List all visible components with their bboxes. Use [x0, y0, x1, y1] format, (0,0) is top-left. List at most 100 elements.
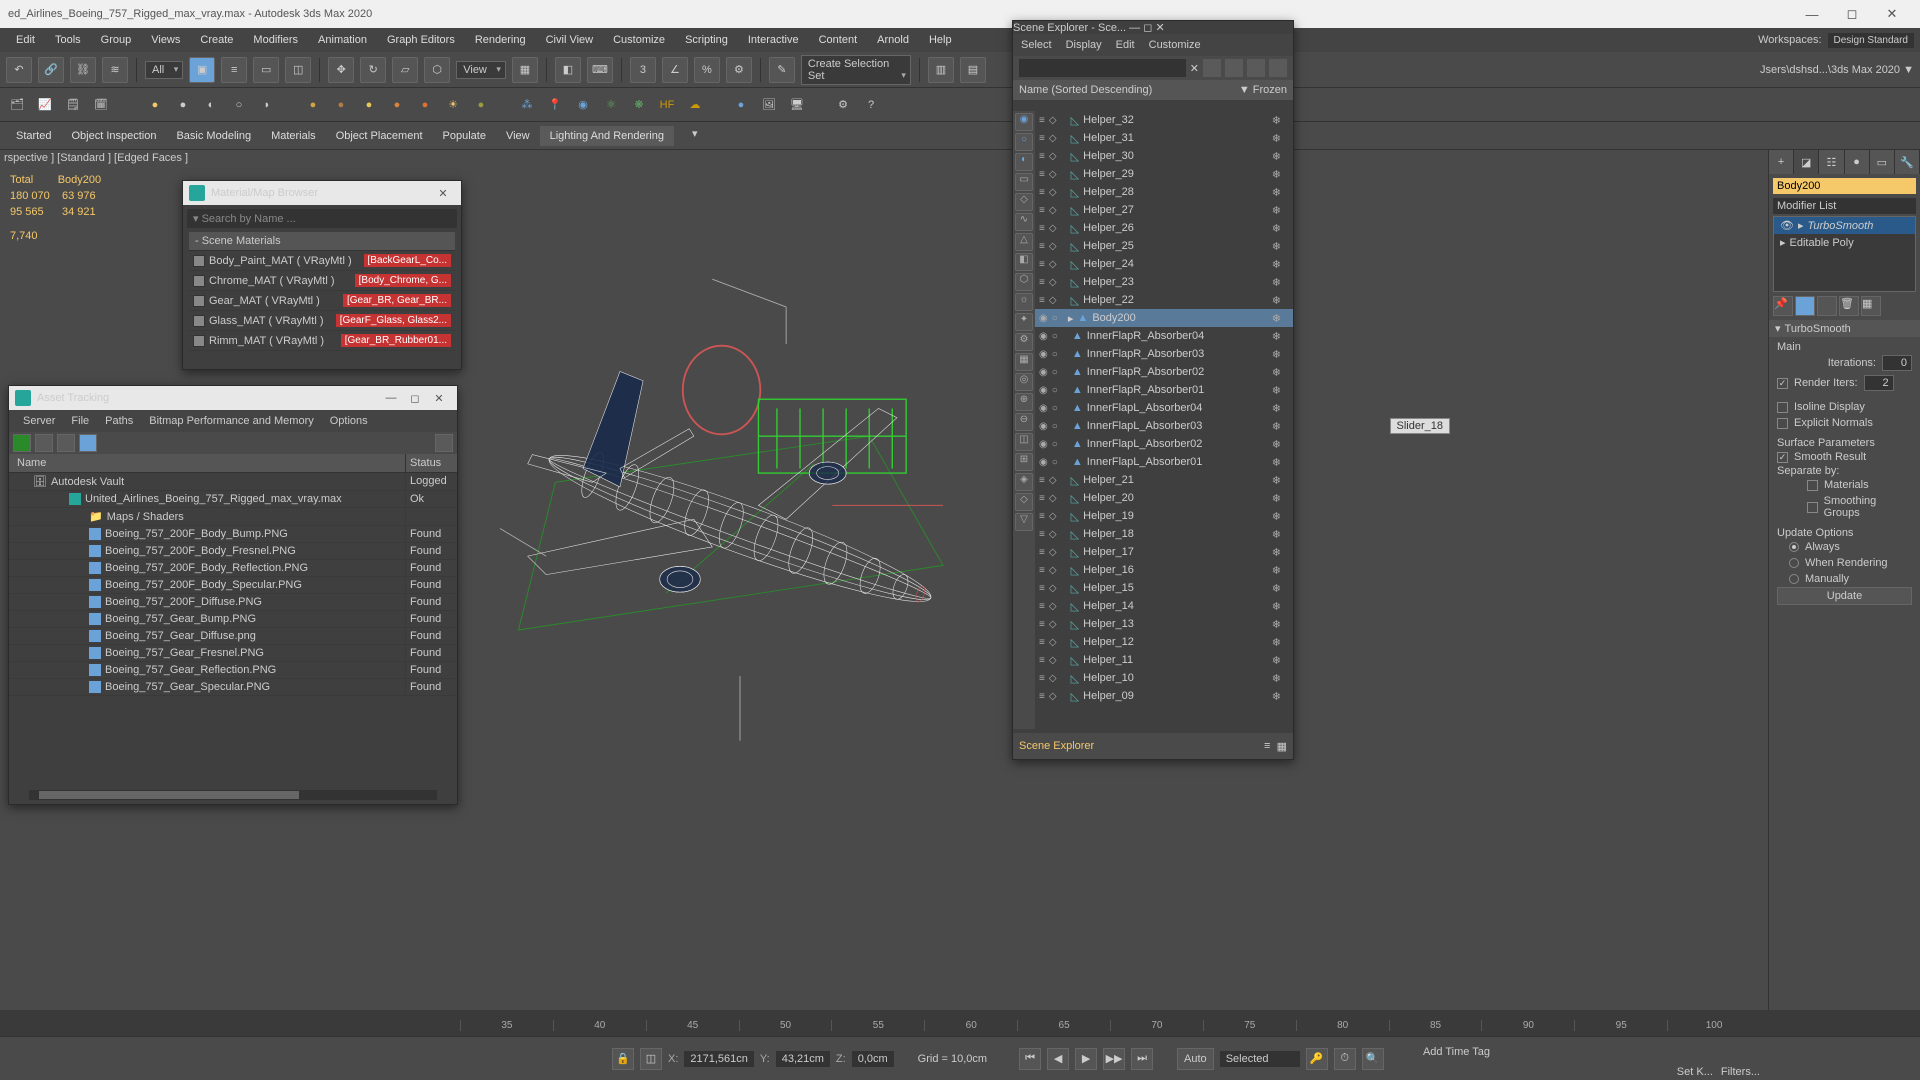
se-view1-icon[interactable]	[1225, 59, 1243, 77]
goto-end-icon[interactable]: ⏭	[1131, 1048, 1153, 1070]
scene-materials-group[interactable]: - Scene Materials	[189, 232, 455, 251]
move-icon[interactable]: ✥	[328, 57, 354, 83]
asset-row[interactable]: 🗄Autodesk VaultLogged	[9, 473, 457, 491]
material-item[interactable]: Rimm_MAT ( VRayMtl )[Gear_BR_Rubber01...	[189, 331, 455, 351]
update-rendering-radio[interactable]	[1789, 558, 1799, 568]
drag-icon[interactable]: ☁	[684, 94, 706, 116]
scene-row[interactable]: ◉○ ▲InnerFlapL_Absorber01❄	[1035, 453, 1293, 471]
scene-row[interactable]: ≡◇ ◺Helper_09❄	[1035, 687, 1293, 705]
menu-content[interactable]: Content	[809, 31, 868, 49]
particles-icon[interactable]: ⁂	[516, 94, 538, 116]
panel-maximize-icon[interactable]: ◻	[1143, 22, 1152, 34]
render-region-icon[interactable]: 🖥	[786, 94, 808, 116]
render-iters-spinner[interactable]: 2	[1864, 375, 1894, 391]
tab-object-inspection[interactable]: Object Inspection	[61, 126, 166, 146]
stack-turbosmooth[interactable]: 👁▸TurboSmooth	[1774, 217, 1915, 234]
timeline-tick[interactable]: 40	[553, 1020, 646, 1031]
se-filter-icon[interactable]: ◇	[1015, 193, 1033, 211]
close-icon[interactable]: ✕	[1872, 6, 1912, 22]
tab-display-icon[interactable]: ▭	[1870, 150, 1895, 174]
manipulate-icon[interactable]: ◧	[555, 57, 581, 83]
scene-row[interactable]: ≡◇ ◺Helper_22❄	[1035, 291, 1293, 309]
scene-row[interactable]: ≡◇ ◺Helper_25❄	[1035, 237, 1293, 255]
menu-tools[interactable]: Tools	[45, 31, 91, 49]
sphere-orange2-icon[interactable]: ●	[414, 94, 436, 116]
scene-row[interactable]: ≡◇ ◺Helper_30❄	[1035, 147, 1293, 165]
isolate-icon[interactable]: ◫	[640, 1048, 662, 1070]
asset-row[interactable]: Boeing_757_Gear_Reflection.PNGFound	[9, 662, 457, 679]
update-manually-radio[interactable]	[1789, 574, 1799, 584]
play-icon[interactable]: ▶	[1075, 1048, 1097, 1070]
scene-row[interactable]: ◉○ ▲InnerFlapL_Absorber03❄	[1035, 417, 1293, 435]
tab-object-placement[interactable]: Object Placement	[326, 126, 433, 146]
rotate-icon[interactable]: ↻	[360, 57, 386, 83]
scene-row[interactable]: ◉○ ▲InnerFlapL_Absorber02❄	[1035, 435, 1293, 453]
asset-row[interactable]: Boeing_757_Gear_Fresnel.PNGFound	[9, 645, 457, 662]
at-menu-bitmap[interactable]: Bitmap Performance and Memory	[141, 413, 321, 429]
tab-populate[interactable]: Populate	[433, 126, 496, 146]
tab-started[interactable]: Started	[6, 126, 61, 146]
panel-minimize-icon[interactable]: —	[379, 392, 403, 404]
timeline-tick[interactable]: 35	[460, 1020, 553, 1031]
zoom-extents-icon[interactable]: 🔍	[1362, 1048, 1384, 1070]
scene-row[interactable]: ≡◇ ◺Helper_28❄	[1035, 183, 1293, 201]
keyboard-icon[interactable]: ⌨	[587, 57, 613, 83]
snap-toggle-icon[interactable]: 3	[630, 57, 656, 83]
redo-icon[interactable]: 🔗	[38, 57, 64, 83]
scene-row[interactable]: ≡◇ ◺Helper_13❄	[1035, 615, 1293, 633]
select-object-icon[interactable]: ▣	[189, 57, 215, 83]
scene-row[interactable]: ≡◇ ◺Helper_23❄	[1035, 273, 1293, 291]
panel-close-icon[interactable]: ✕	[1155, 22, 1164, 34]
se-filter-icon[interactable]: ⚙	[1015, 333, 1033, 351]
asset-row[interactable]: United_Airlines_Boeing_757_Rigged_max_vr…	[9, 491, 457, 508]
ribbon-toggle-icon[interactable]: ▾	[692, 127, 712, 145]
timeline-tick[interactable]: 100	[1667, 1020, 1760, 1031]
pin-stack-icon[interactable]: 📌	[1773, 296, 1793, 316]
render-iters-checkbox[interactable]: ✓	[1777, 378, 1788, 389]
menu-rendering[interactable]: Rendering	[465, 31, 536, 49]
iterations-spinner[interactable]: 0	[1882, 355, 1912, 371]
se-filter-icon[interactable]: △	[1015, 233, 1033, 251]
scene-row[interactable]: ≡◇ ◺Helper_12❄	[1035, 633, 1293, 651]
se-filter-icon[interactable]: ◇	[1015, 493, 1033, 511]
settings-icon[interactable]: ⚙	[832, 94, 854, 116]
tab-view[interactable]: View	[496, 126, 540, 146]
vortex-icon[interactable]: ◉	[572, 94, 594, 116]
asset-row[interactable]: Boeing_757_200F_Diffuse.PNGFound	[9, 594, 457, 611]
material-browser-panel[interactable]: Material/Map Browser ✕ ▾ Search by Name …	[182, 180, 462, 370]
layer-explorer-icon[interactable]: 🗂	[6, 94, 28, 116]
sphere-gold-icon[interactable]: ●	[302, 94, 324, 116]
material-item[interactable]: Gear_MAT ( VRayMtl )[Gear_BR, Gear_BR...	[189, 291, 455, 311]
percent-snap-icon[interactable]: %	[694, 57, 720, 83]
pivot-icon[interactable]: ▦	[512, 57, 538, 83]
maximize-icon[interactable]: ◻	[1832, 6, 1872, 22]
se-filter-icon[interactable]: ▭	[1015, 173, 1033, 191]
se-col-frozen[interactable]: ▼ Frozen	[1239, 84, 1287, 96]
se-view2-icon[interactable]	[1247, 59, 1265, 77]
tab-create-icon[interactable]: +	[1769, 150, 1794, 174]
x-coord[interactable]: 2171,561cn	[684, 1051, 754, 1067]
make-unique-icon[interactable]	[1817, 296, 1837, 316]
filter-clear-icon[interactable]: ✕	[1190, 62, 1199, 75]
render-setup-icon[interactable]: 🖼	[758, 94, 780, 116]
smooth-result-checkbox[interactable]: ✓	[1777, 452, 1788, 463]
timeline-tick[interactable]: 45	[646, 1020, 739, 1031]
light-area-icon[interactable]: ○	[228, 94, 250, 116]
at-menu-options[interactable]: Options	[322, 413, 376, 429]
sep-materials-checkbox[interactable]	[1807, 480, 1818, 491]
angle-snap-icon[interactable]: ∠	[662, 57, 688, 83]
schematic-icon[interactable]: 🗒	[62, 94, 84, 116]
tab-materials[interactable]: Materials	[261, 126, 326, 146]
help-icon[interactable]: ?	[860, 94, 882, 116]
panel-close-icon[interactable]: ✕	[431, 187, 455, 200]
se-filter-icon[interactable]: ○	[1015, 133, 1033, 151]
at-menu-paths[interactable]: Paths	[97, 413, 141, 429]
show-end-result-icon[interactable]	[1795, 296, 1815, 316]
menu-scripting[interactable]: Scripting	[675, 31, 738, 49]
scene-row[interactable]: ≡◇ ◺Helper_29❄	[1035, 165, 1293, 183]
workspace-dropdown[interactable]: Design Standard	[1828, 33, 1915, 48]
unlink-icon[interactable]: ≋	[102, 57, 128, 83]
scene-row[interactable]: ≡◇ ◺Helper_14❄	[1035, 597, 1293, 615]
select-by-name-icon[interactable]: ≡	[221, 57, 247, 83]
se-view3-icon[interactable]	[1269, 59, 1287, 77]
